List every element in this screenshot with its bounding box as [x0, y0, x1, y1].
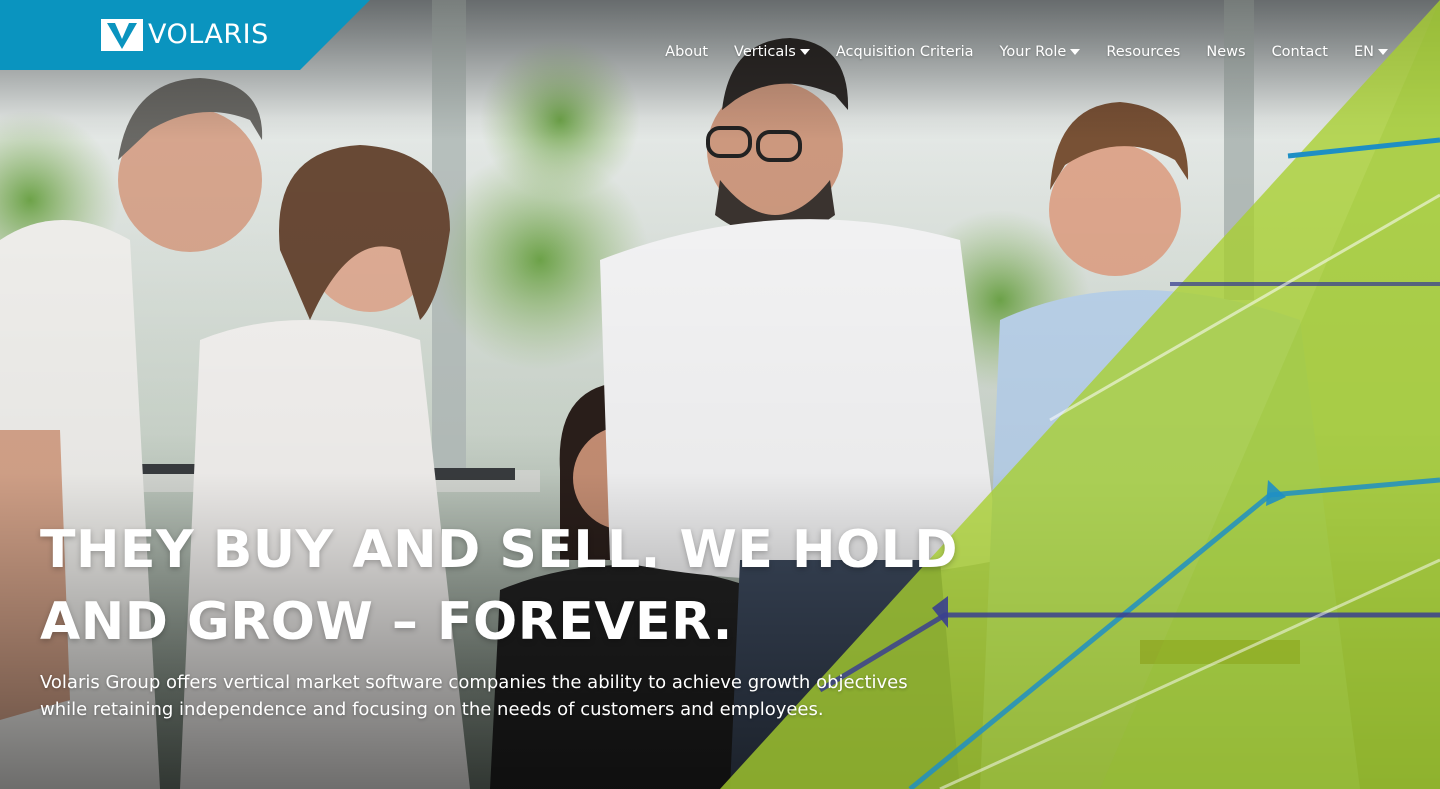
nav-contact-label: Contact: [1271, 44, 1328, 60]
hero-headline: THEY BUY AND SELL. WE HOLD AND GROW – FOR…: [40, 514, 960, 658]
nav-about[interactable]: About: [665, 44, 708, 60]
nav-about-label: About: [665, 44, 709, 60]
language-selector[interactable]: EN: [1354, 44, 1388, 60]
nav-acquisition-criteria-label: Acquisition Criteria: [835, 44, 974, 60]
hero-headline-line-1: THEY BUY AND SELL. WE HOLD: [40, 520, 959, 580]
caret-down-icon: [799, 49, 810, 55]
nav-news[interactable]: News: [1206, 44, 1245, 60]
nav-your-role[interactable]: Your Role: [1000, 44, 1081, 60]
volaris-logo-icon[interactable]: [101, 19, 143, 51]
nav-contact[interactable]: Contact: [1272, 44, 1328, 60]
nav-verticals[interactable]: Verticals: [734, 44, 810, 60]
nav-verticals-label: Verticals: [734, 44, 796, 60]
nav-acquisition-criteria[interactable]: Acquisition Criteria: [836, 44, 974, 60]
caret-down-icon: [1378, 49, 1388, 55]
nav-news-label: News: [1206, 44, 1246, 60]
nav-your-role-label: Your Role: [999, 44, 1067, 60]
hero-subtext-line-2: while retaining independence and focusin…: [40, 699, 824, 720]
caret-down-icon: [1070, 49, 1081, 55]
nav-resources-label: Resources: [1106, 44, 1181, 60]
hero-subtext-line-1: Volaris Group offers vertical market sof…: [40, 672, 908, 693]
hero-subtext: Volaris Group offers vertical market sof…: [40, 669, 970, 723]
brand-name[interactable]: VOLARIS: [148, 18, 269, 52]
language-selector-label: EN: [1353, 44, 1374, 60]
hero-headline-line-2: AND GROW – FOREVER.: [40, 592, 733, 652]
nav-resources[interactable]: Resources: [1106, 44, 1180, 60]
main-nav: About Verticals Acquisition Criteria You…: [665, 44, 1388, 60]
